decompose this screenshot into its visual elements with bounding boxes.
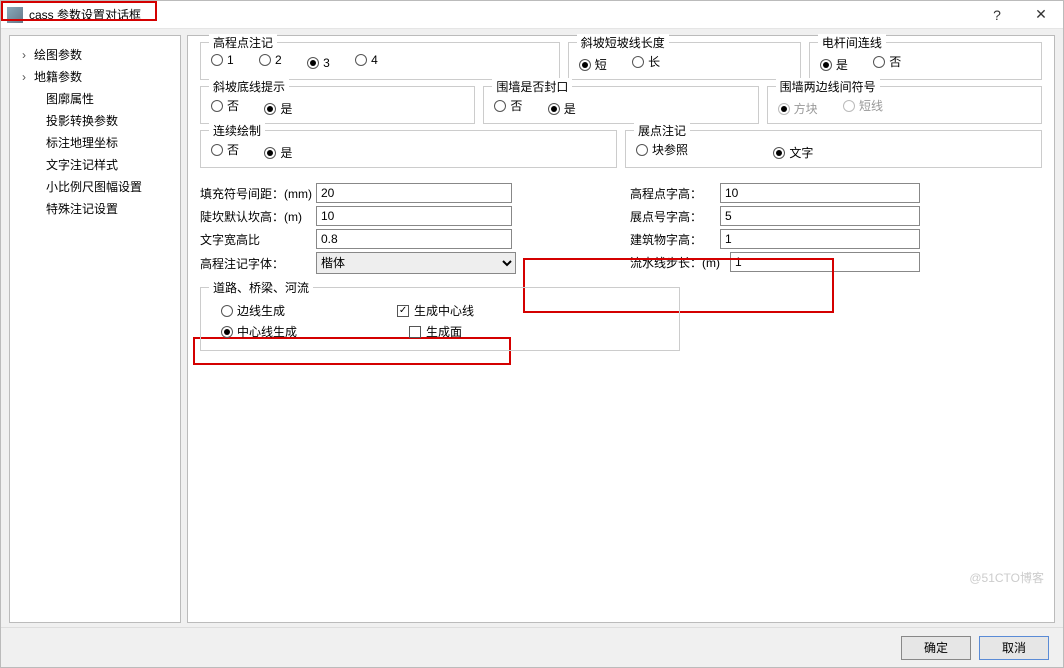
tree-item-text-style[interactable]: 文字注记样式 <box>18 154 172 176</box>
group-elev-anno: 高程点注记 1 2 3 4 <box>200 42 560 80</box>
group-exp-anno: 展点注记 块参照 文字 <box>625 130 1042 168</box>
input-kan-h[interactable] <box>316 206 512 226</box>
radio-elev-2[interactable]: 2 <box>259 53 282 67</box>
radio-elev-3[interactable]: 3 <box>307 56 330 70</box>
watermark: @51CTO博客 <box>969 569 1044 586</box>
input-elev-ch[interactable] <box>720 183 920 203</box>
group-wall-seal: 围墙是否封口 否 是 <box>483 86 758 124</box>
window-title: cass 参数设置对话框 <box>29 6 141 23</box>
tree-item-frame-attr[interactable]: 图廓属性 <box>18 88 172 110</box>
tree-item-small-scale[interactable]: 小比例尺图幅设置 <box>18 176 172 198</box>
label-pt-ch: 展点号字高： <box>630 208 720 225</box>
label-elev-ch: 高程点字高： <box>630 185 720 202</box>
radio-wsym-block: 方块 <box>778 100 818 117</box>
radio-wsym-line: 短线 <box>843 97 883 114</box>
titlebar: cass 参数设置对话框 ? ✕ <box>1 1 1063 29</box>
radio-elev-1[interactable]: 1 <box>211 53 234 67</box>
input-pt-ch[interactable] <box>720 206 920 226</box>
check-gen-face[interactable]: 生成面 <box>409 323 462 340</box>
input-fill-gap[interactable] <box>316 183 512 203</box>
tree-item-geo-coord[interactable]: 标注地理坐标 <box>18 132 172 154</box>
tree-item-projection[interactable]: 投影转换参数 <box>18 110 172 132</box>
tree-item-cadastral[interactable]: ›地籍参数 <box>18 66 172 88</box>
radio-wall-yes[interactable]: 是 <box>548 100 576 117</box>
input-char-wh[interactable] <box>316 229 512 249</box>
radio-elev-4[interactable]: 4 <box>355 53 378 67</box>
footer: 确定 取消 <box>1 627 1063 667</box>
radio-slope-long[interactable]: 长 <box>632 53 660 70</box>
sidebar: ›绘图参数 ›地籍参数 图廓属性 投影转换参数 标注地理坐标 文字注记样式 小比… <box>9 35 181 623</box>
label-flow-step: 流水线步长：(m) <box>630 254 730 271</box>
group-cont-draw: 连续绘制 否 是 <box>200 130 617 168</box>
help-button[interactable]: ? <box>975 1 1019 29</box>
radio-slopeb-no[interactable]: 否 <box>211 97 239 114</box>
check-gen-center[interactable]: ✓生成中心线 <box>397 302 474 319</box>
radio-pole-yes[interactable]: 是 <box>820 56 848 73</box>
cancel-button[interactable]: 取消 <box>979 636 1049 660</box>
radio-road-center[interactable]: 中心线生成 <box>221 323 297 340</box>
close-button[interactable]: ✕ <box>1019 1 1063 29</box>
radio-pole-no[interactable]: 否 <box>873 53 901 70</box>
input-bld-ch[interactable] <box>720 229 920 249</box>
input-flow-step[interactable] <box>730 252 920 272</box>
radio-exp-block[interactable]: 块参照 <box>636 141 688 158</box>
group-roads: 道路、桥梁、河流 边线生成 ✓生成中心线 中心线生成 生成面 <box>200 287 680 351</box>
label-bld-ch: 建筑物字高： <box>630 231 720 248</box>
label-kan-h: 陡坎默认坎高：(m) <box>200 208 316 225</box>
ok-button[interactable]: 确定 <box>901 636 971 660</box>
radio-cont-yes[interactable]: 是 <box>264 144 292 161</box>
radio-slopeb-yes[interactable]: 是 <box>264 100 292 117</box>
label-elev-font: 高程注记字体： <box>200 255 316 272</box>
tree-item-special-anno[interactable]: 特殊注记设置 <box>18 198 172 220</box>
app-icon <box>7 7 23 23</box>
radio-cont-no[interactable]: 否 <box>211 141 239 158</box>
label-char-wh: 文字宽高比 <box>200 231 316 248</box>
select-elev-font[interactable]: 楷体 <box>316 252 516 274</box>
main-panel: 高程点注记 1 2 3 4 斜坡短坡线长度 短 长 电杆间连线 是 否 <box>187 35 1055 623</box>
group-slope-len: 斜坡短坡线长度 短 长 <box>568 42 801 80</box>
group-pole-conn: 电杆间连线 是 否 <box>809 42 1042 80</box>
group-wall-symbol: 围墙两边线间符号 方块 短线 <box>767 86 1042 124</box>
radio-slope-short[interactable]: 短 <box>579 56 607 73</box>
tree-item-drawing[interactable]: ›绘图参数 <box>18 44 172 66</box>
label-fill-gap: 填充符号间距：(mm) <box>200 185 316 202</box>
radio-wall-no[interactable]: 否 <box>494 97 522 114</box>
group-slope-bottom: 斜坡底线提示 否 是 <box>200 86 475 124</box>
radio-road-edge[interactable]: 边线生成 <box>221 302 285 319</box>
radio-exp-text[interactable]: 文字 <box>773 144 813 161</box>
